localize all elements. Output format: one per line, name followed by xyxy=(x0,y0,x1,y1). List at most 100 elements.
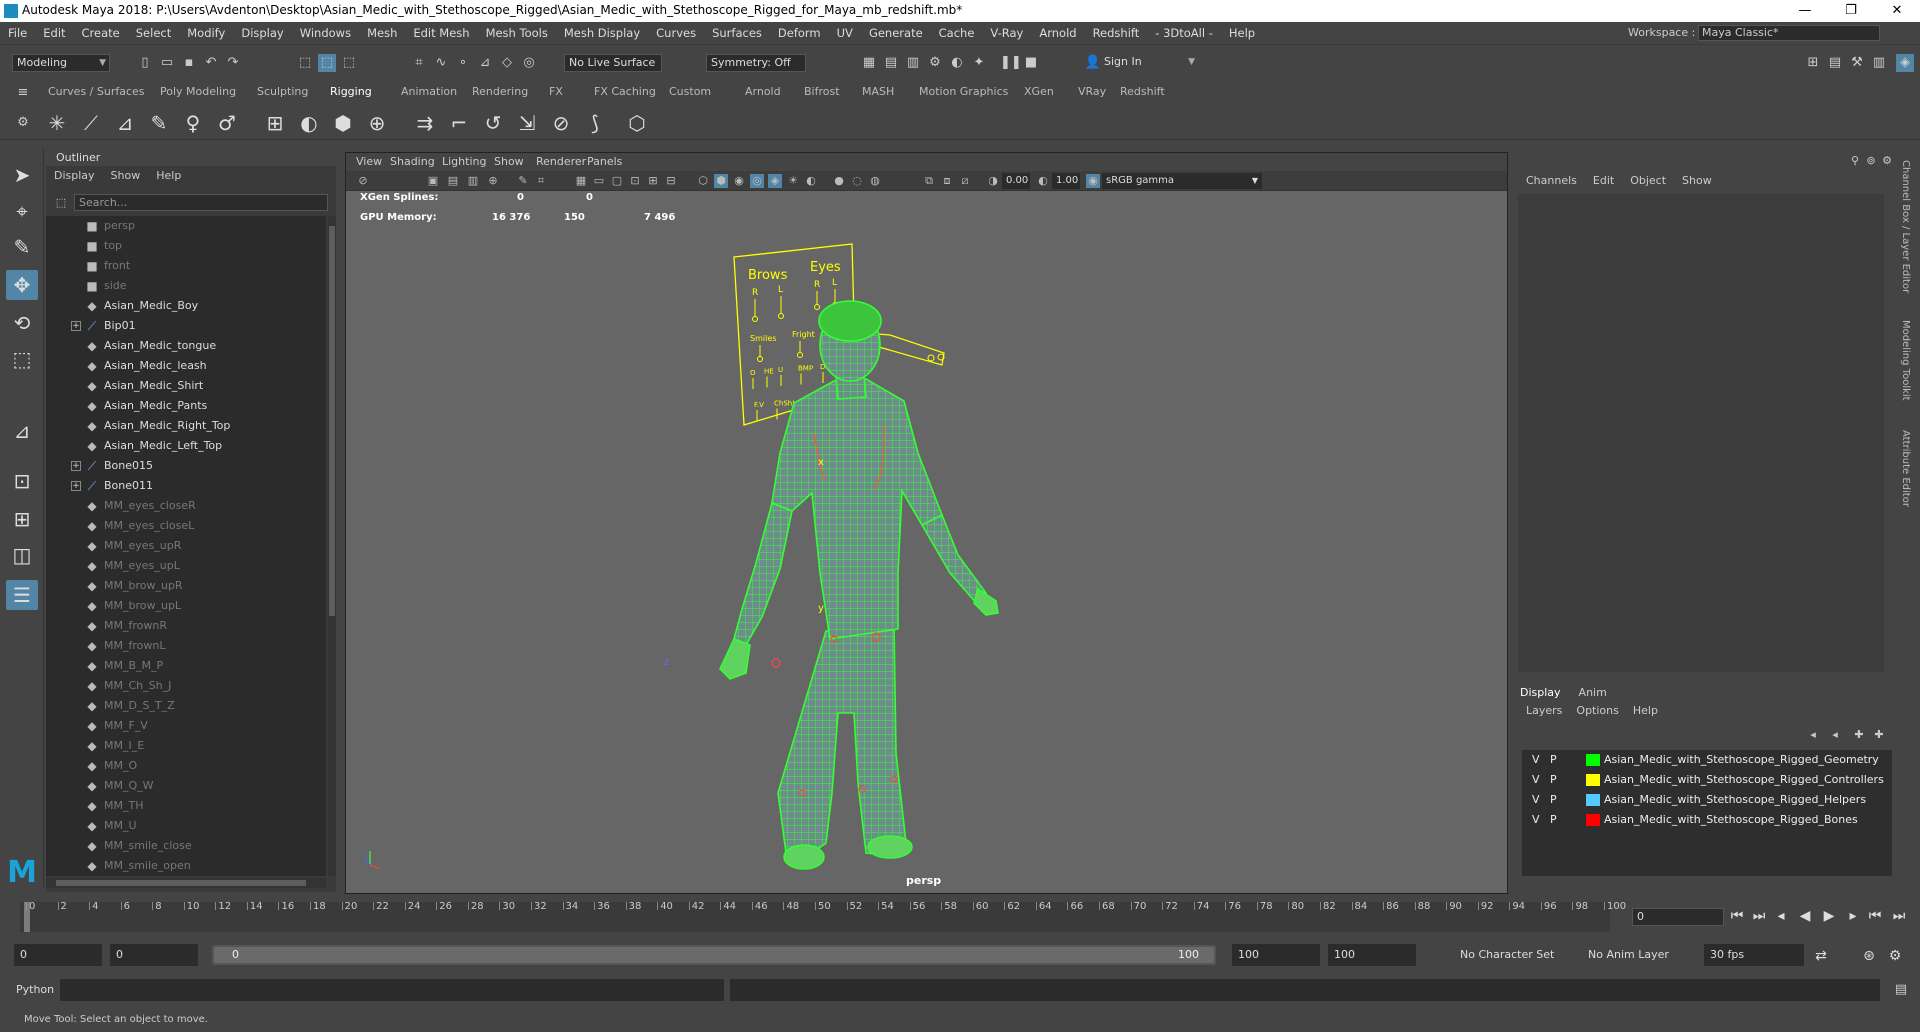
lattice-icon[interactable]: ⬢ xyxy=(330,110,356,136)
outliner-item[interactable]: ◆ MM_U xyxy=(46,816,326,836)
shelf-menu-icon[interactable]: ≡ xyxy=(14,84,32,102)
move-layer-down-icon[interactable]: ◂ xyxy=(1826,726,1844,744)
fps-select[interactable]: 30 fps xyxy=(1704,944,1804,966)
outliner-item[interactable]: ◆ MM_eyes_upR xyxy=(46,536,326,556)
search-options-icon[interactable]: ⬚ xyxy=(52,194,70,212)
anti-aliasing-icon[interactable]: ◍ xyxy=(868,174,882,188)
tab-sculpting[interactable]: Sculpting xyxy=(257,85,308,98)
channel-menu-edit[interactable]: Edit xyxy=(1593,174,1614,187)
move-tool-icon[interactable]: ✥ xyxy=(6,270,38,300)
outliner-item[interactable]: ◆ MM_TH xyxy=(46,796,326,816)
character-wireframe[interactable] xyxy=(719,300,999,870)
ambient-occlusion-icon[interactable]: ● xyxy=(832,174,846,188)
outliner-menu-display[interactable]: Display xyxy=(54,169,95,182)
render-icon[interactable]: ▦ xyxy=(860,54,878,72)
outliner-layout-icon[interactable]: ☰ xyxy=(6,580,38,610)
undo-icon[interactable]: ↶ xyxy=(202,54,220,72)
menu-display[interactable]: Display xyxy=(233,22,291,44)
outliner-item[interactable]: ◆ Asian_Medic_Pants xyxy=(46,396,326,416)
tab-channel-box[interactable]: Channel Box / Layer Editor xyxy=(1900,160,1911,293)
outliner-item[interactable]: ◆ MM_Ch_Sh_J xyxy=(46,676,326,696)
gamma-icon[interactable]: ◐ xyxy=(1036,174,1050,188)
tool-settings-icon[interactable]: ⚒ xyxy=(1848,54,1866,72)
tab-redshift[interactable]: Redshift xyxy=(1120,85,1165,98)
tab-xgen[interactable]: XGen xyxy=(1024,85,1054,98)
grid-toggle-icon[interactable]: ⌗ xyxy=(534,174,548,188)
ik-spline-icon[interactable]: ⊿ xyxy=(112,110,138,136)
outliner-item[interactable]: ◆ Asian_Medic_Shirt xyxy=(46,376,326,396)
layer-row[interactable]: V P Asian_Medic_with_Stethoscope_Rigged_Bo… xyxy=(1522,810,1892,830)
snap-point-icon[interactable]: ∘ xyxy=(454,54,472,72)
select-hierarchy-icon[interactable]: ⬚ xyxy=(296,54,314,72)
menu-3dtoall[interactable]: - 3DtoAll - xyxy=(1147,22,1221,44)
ik-handle-icon[interactable]: ⟋ xyxy=(78,110,104,136)
bookmark-icon[interactable]: ▤ xyxy=(446,174,460,188)
tab-arnold[interactable]: Arnold xyxy=(745,85,781,98)
isolate-select-icon[interactable]: ⧉ xyxy=(922,174,936,188)
tab-vray[interactable]: VRay xyxy=(1078,85,1106,98)
last-tool-icon[interactable]: ⊿ xyxy=(6,416,38,446)
viewport-menu-lighting[interactable]: Lighting xyxy=(442,155,486,168)
layer-color-swatch[interactable] xyxy=(1586,754,1600,766)
outliner-item[interactable]: ■ side xyxy=(46,276,326,296)
pole-vector-icon[interactable]: ⟆ xyxy=(582,110,608,136)
menu-surfaces[interactable]: Surfaces xyxy=(704,22,770,44)
outliner-item[interactable]: + ⟋ Bip01 xyxy=(46,316,326,336)
sign-in-button[interactable]: Sign In ▼ xyxy=(1100,54,1198,72)
tab-poly-modeling[interactable]: Poly Modeling xyxy=(160,85,236,98)
outliner-menu-show[interactable]: Show xyxy=(111,169,141,182)
layout-icon[interactable]: ◈ xyxy=(1896,54,1914,72)
grease-pencil-icon[interactable]: ✎ xyxy=(516,174,530,188)
loop-icon[interactable]: ⇄ xyxy=(1812,946,1830,966)
range-bar-fill[interactable] xyxy=(214,947,1214,963)
tab-animation[interactable]: Animation xyxy=(401,85,457,98)
attribute-editor-icon[interactable]: ▤ xyxy=(1826,54,1844,72)
safe-action-icon[interactable]: ⊞ xyxy=(646,174,660,188)
menu-cache[interactable]: Cache xyxy=(931,22,983,44)
tab-rendering[interactable]: Rendering xyxy=(472,85,528,98)
menu-create[interactable]: Create xyxy=(74,22,128,44)
viewport-menu-panels[interactable]: Panels xyxy=(587,155,622,168)
new-layer-icon[interactable]: ✚ xyxy=(1850,726,1868,744)
outliner-item[interactable]: ◆ Asian_Medic_tongue xyxy=(46,336,326,356)
layer-row[interactable]: V P Asian_Medic_with_Stethoscope_Rigged_He… xyxy=(1522,790,1892,810)
minimize-button[interactable]: — xyxy=(1782,0,1828,22)
outliner-item[interactable]: ◆ MM_frownL xyxy=(46,636,326,656)
default-material-icon[interactable]: ◉ xyxy=(732,174,746,188)
outliner-item[interactable]: ◆ MM_brow_upR xyxy=(46,576,326,596)
layer-name[interactable]: Asian_Medic_with_Stethoscope_Rigged_Geom… xyxy=(1604,750,1879,770)
layer-row[interactable]: V P Asian_Medic_with_Stethoscope_Rigged_Ge… xyxy=(1522,750,1892,770)
snap-curve-icon[interactable]: ∿ xyxy=(432,54,450,72)
layer-color-swatch[interactable] xyxy=(1586,814,1600,826)
scroll-thumb[interactable] xyxy=(329,226,335,616)
anim-layer-select[interactable]: No Anim Layer xyxy=(1582,944,1682,966)
outliner-item[interactable]: ◆ MM_Q_W xyxy=(46,776,326,796)
playback-start-field[interactable]: 0 xyxy=(110,944,198,966)
hypershade-icon[interactable]: ◐ xyxy=(948,54,966,72)
outliner-item[interactable]: ◆ MM_frownR xyxy=(46,616,326,636)
outliner-item[interactable]: ◆ MM_smile_open xyxy=(46,856,326,876)
menu-modify[interactable]: Modify xyxy=(179,22,233,44)
humanik-icon[interactable]: ♀ xyxy=(180,110,206,136)
character-set-select[interactable]: No Character Set xyxy=(1454,944,1580,966)
face-control-board[interactable]: Brows Eyes R L R L Smiles Fright Anger O… xyxy=(733,243,857,426)
new-layer-selected-icon[interactable]: ✚ xyxy=(1870,726,1888,744)
render-view-icon[interactable]: ▤ xyxy=(882,54,900,72)
menu-mesh-display[interactable]: Mesh Display xyxy=(556,22,648,44)
lasso-tool-icon[interactable]: ⌖ xyxy=(6,196,38,226)
outliner-horizontal-scrollbar[interactable] xyxy=(46,878,326,888)
colorspace-select[interactable]: sRGB gamma ▼ xyxy=(1102,173,1262,189)
outliner-item[interactable]: ◆ Asian_Medic_Boy xyxy=(46,296,326,316)
outliner-item[interactable]: ◆ MM_D_S_T_Z xyxy=(46,696,326,716)
play-backwards-icon[interactable]: ◀ xyxy=(1796,906,1814,926)
two-view-icon[interactable]: ◫ xyxy=(6,540,38,570)
menu-mesh-tools[interactable]: Mesh Tools xyxy=(478,22,556,44)
rotate-tool-icon[interactable]: ⟲ xyxy=(6,308,38,338)
symmetry-select[interactable]: Symmetry: Off xyxy=(706,54,806,72)
menu-edit[interactable]: Edit xyxy=(35,22,73,44)
menu-curves[interactable]: Curves xyxy=(648,22,704,44)
channel-menu-show[interactable]: Show xyxy=(1682,174,1712,187)
skeleton-icon[interactable]: ♂ xyxy=(214,110,240,136)
gamma-field[interactable]: 1.00 xyxy=(1052,173,1080,189)
menu-deform[interactable]: Deform xyxy=(770,22,829,44)
